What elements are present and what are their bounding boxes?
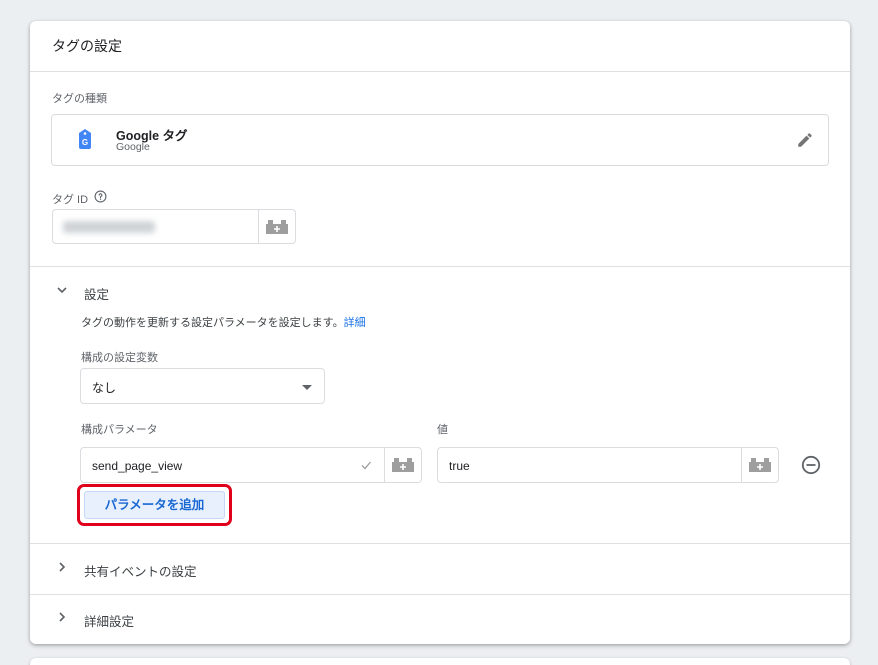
variable-brick-icon — [749, 458, 771, 472]
tag-type-selector[interactable]: G Google タグ Google — [51, 114, 829, 166]
pencil-icon[interactable] — [796, 131, 814, 149]
variable-brick-icon — [266, 219, 288, 234]
settings-description: タグの動作を更新する設定パラメータを設定します。詳細 — [81, 314, 366, 330]
config-variable-value: なし — [92, 381, 117, 395]
settings-description-text: タグの動作を更新する設定パラメータを設定します。 — [81, 317, 344, 329]
highlight-outline: パラメータを追加 — [77, 484, 232, 526]
divider — [30, 71, 850, 72]
shared-events-section-title[interactable]: 共有イベントの設定 — [84, 561, 197, 580]
tag-config-card: タグの設定 タグの種類 G Google タグ Google タグ ID 設定 … — [30, 21, 850, 644]
param-name-variable-button[interactable] — [384, 447, 422, 483]
advanced-section-title[interactable]: 詳細設定 — [84, 611, 134, 630]
param-value-input[interactable]: true — [437, 447, 742, 483]
divider — [30, 266, 850, 267]
details-link[interactable]: 詳細 — [344, 317, 366, 329]
divider — [30, 594, 850, 595]
svg-text:G: G — [82, 138, 88, 147]
tag-type-vendor: Google — [116, 141, 150, 153]
dropdown-arrow-icon — [302, 385, 312, 390]
param-name-input[interactable]: send_page_view — [80, 447, 385, 483]
add-parameter-button[interactable]: パラメータを追加 — [84, 491, 225, 519]
tag-id-input[interactable] — [52, 209, 259, 244]
tag-id-variable-button[interactable] — [258, 209, 296, 244]
value-column-header: 値 — [437, 424, 448, 436]
next-card — [30, 658, 850, 665]
param-column-header: 構成パラメータ — [81, 424, 158, 436]
check-icon — [361, 461, 371, 470]
remove-circle-icon[interactable] — [801, 455, 821, 475]
divider — [30, 543, 850, 544]
help-circle-icon[interactable] — [94, 190, 107, 203]
chevron-right-icon[interactable] — [56, 561, 68, 573]
param-value-variable-button[interactable] — [741, 447, 779, 483]
google-tag-icon: G — [79, 129, 91, 149]
tag-type-label: タグの種類 — [52, 93, 107, 105]
param-name-value: send_page_view — [92, 459, 183, 473]
tag-id-label: タグ ID — [52, 194, 89, 206]
card-title: タグの設定 — [52, 38, 122, 54]
chevron-down-icon[interactable] — [56, 284, 68, 296]
config-variable-label: 構成の設定変数 — [81, 352, 158, 364]
chevron-right-icon[interactable] — [56, 611, 68, 623]
variable-brick-icon — [392, 458, 414, 472]
settings-section-title[interactable]: 設定 — [84, 284, 109, 303]
param-value-text: true — [449, 459, 470, 473]
redacted-tag-id — [63, 221, 155, 233]
config-variable-select[interactable]: なし — [80, 368, 325, 404]
